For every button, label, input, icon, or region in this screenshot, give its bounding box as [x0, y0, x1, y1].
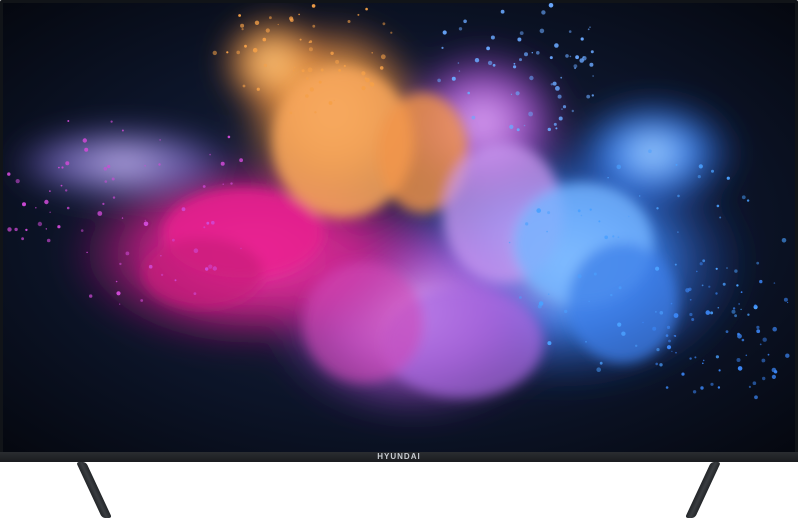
- color-powder-explosion-image: [3, 3, 795, 452]
- tv-stand-leg-left: [76, 462, 113, 518]
- television: HYUNDAI: [0, 0, 798, 518]
- brand-logo: HYUNDAI: [377, 452, 421, 461]
- tv-screen: [3, 3, 795, 452]
- tv-stand-leg-right: [684, 462, 721, 518]
